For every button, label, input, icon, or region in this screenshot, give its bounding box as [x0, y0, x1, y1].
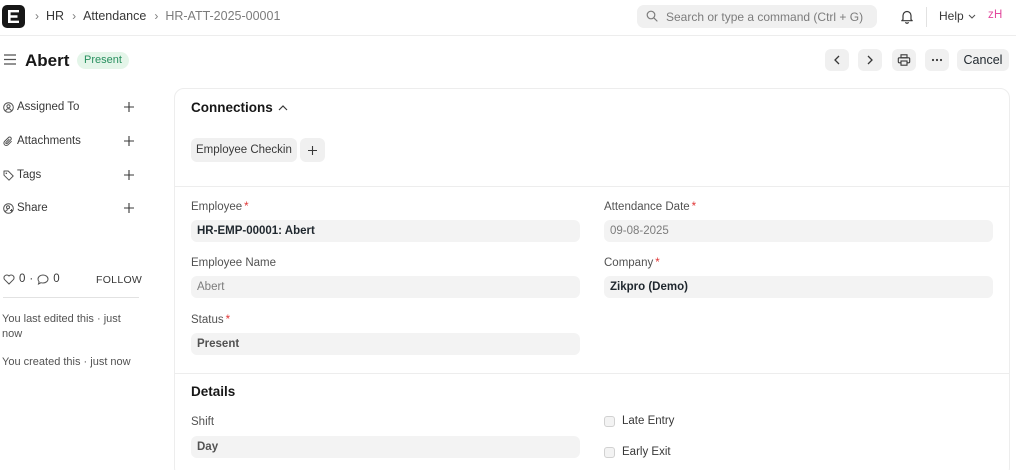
- plus-icon[interactable]: [123, 135, 135, 147]
- previous-doc-button[interactable]: [825, 49, 849, 71]
- add-connection-button[interactable]: [300, 138, 325, 162]
- company-field[interactable]: Zikpro (Demo): [604, 276, 993, 298]
- status-label-text: Status: [191, 314, 224, 326]
- comment-icon[interactable]: [37, 273, 49, 285]
- required-asterisk: *: [244, 201, 249, 213]
- attendance-date-field-label: Attendance Date *: [604, 201, 696, 213]
- employee-name-field-label: Employee Name: [191, 257, 277, 269]
- sidebar-item-assigned-to[interactable]: Assigned To: [3, 101, 135, 113]
- navbar-divider: [926, 7, 927, 27]
- help-label: Help: [939, 9, 964, 23]
- required-asterisk: *: [225, 314, 231, 326]
- printer-icon: [897, 54, 911, 66]
- activity-last-edited: You last edited this · just now: [2, 313, 121, 340]
- breadcrumb-attendance[interactable]: Attendance: [83, 9, 146, 23]
- chevron-right-icon: ›: [72, 9, 77, 23]
- follow-button[interactable]: FOLLOW: [96, 274, 142, 286]
- chevron-right-icon: [867, 55, 873, 65]
- chevron-up-icon[interactable]: [278, 105, 288, 111]
- more-actions-button[interactable]: [925, 49, 949, 71]
- plus-icon[interactable]: [123, 169, 135, 181]
- bell-icon[interactable]: [900, 9, 914, 24]
- share-user-icon: [3, 202, 17, 214]
- shift-field-label: Shift: [191, 416, 215, 428]
- likes-count: 0: [19, 273, 26, 285]
- required-asterisk: *: [655, 257, 660, 269]
- breadcrumb: › HR › Attendance › HR-ATT-2025-00001: [35, 9, 288, 23]
- top-navbar: › HR › Attendance › HR-ATT-2025-00001 Se…: [0, 0, 1016, 36]
- dot-separator: ·: [29, 273, 34, 285]
- early-exit-checkbox[interactable]: Early Exit: [604, 446, 671, 458]
- company-field-label: Company *: [604, 257, 660, 269]
- sidebar-divider: [3, 297, 139, 298]
- chevron-right-icon: ›: [35, 9, 39, 23]
- early-exit-label: Early Exit: [622, 446, 671, 458]
- page-title: Abert: [25, 51, 70, 70]
- sidebar-toggle-icon[interactable]: [4, 54, 16, 65]
- plus-icon: [308, 146, 317, 155]
- employee-name-field: Abert: [191, 276, 580, 298]
- sidebar-item-label: Share: [17, 202, 48, 214]
- breadcrumb-current-doc[interactable]: HR-ATT-2025-00001: [165, 9, 280, 23]
- comments-count: 0: [53, 273, 60, 285]
- activity-created: You created this · just now: [2, 356, 131, 368]
- employee-field-label: Employee *: [191, 201, 249, 213]
- breadcrumb-hr[interactable]: HR: [46, 9, 64, 23]
- chevron-right-icon: ›: [154, 9, 159, 23]
- details-section-title: Details: [191, 384, 236, 399]
- help-dropdown[interactable]: Help: [939, 9, 976, 23]
- ellipsis-icon: [931, 58, 943, 62]
- sidebar-item-label: Attachments: [17, 135, 81, 147]
- plus-icon[interactable]: [123, 101, 135, 113]
- search-placeholder: Search or type a command (Ctrl + G): [666, 10, 864, 24]
- social-stats: 0 · 0: [3, 273, 64, 285]
- user-assign-icon: [3, 101, 17, 113]
- status-badge: Present: [77, 52, 129, 69]
- search-icon: [646, 10, 658, 22]
- sidebar-item-label: Tags: [17, 169, 42, 181]
- heart-icon[interactable]: [3, 273, 15, 285]
- company-label-text: Company: [604, 257, 654, 269]
- status-select[interactable]: Present: [191, 333, 580, 355]
- section-divider: [175, 373, 1009, 374]
- sidebar-item-tags[interactable]: Tags: [3, 169, 135, 181]
- chevron-down-icon: [968, 14, 976, 19]
- checkbox-box[interactable]: [604, 415, 615, 427]
- plus-icon[interactable]: [123, 202, 135, 214]
- required-asterisk: *: [691, 201, 697, 213]
- employee-label-text: Employee: [191, 201, 243, 213]
- checkbox-box[interactable]: [604, 446, 615, 458]
- employee-field[interactable]: HR-EMP-00001: Abert: [191, 220, 580, 242]
- attendance-date-label-text: Attendance Date: [604, 201, 690, 213]
- late-entry-checkbox[interactable]: Late Entry: [604, 415, 674, 427]
- app-logo-icon[interactable]: [2, 5, 25, 28]
- section-divider: [175, 186, 1009, 187]
- sidebar-item-share[interactable]: Share: [3, 202, 135, 214]
- status-field-label: Status *: [191, 314, 230, 326]
- form-card: Connections Employee Checkin Employee * H…: [174, 88, 1010, 470]
- late-entry-label: Late Entry: [622, 415, 675, 427]
- sidebar-item-attachments[interactable]: Attachments: [3, 135, 135, 147]
- tag-icon: [3, 170, 17, 181]
- connection-employee-checkin[interactable]: Employee Checkin: [191, 138, 297, 162]
- chevron-left-icon: [834, 55, 840, 65]
- attendance-date-field[interactable]: 09-08-2025: [604, 220, 993, 242]
- avatar[interactable]: zH: [988, 9, 1003, 21]
- next-doc-button[interactable]: [858, 49, 882, 71]
- cancel-button[interactable]: Cancel: [957, 49, 1009, 71]
- paperclip-icon: [3, 136, 17, 147]
- shift-field[interactable]: Day: [191, 436, 580, 458]
- connections-section-title[interactable]: Connections: [191, 100, 273, 115]
- search-input[interactable]: Search or type a command (Ctrl + G): [637, 5, 877, 28]
- sidebar-item-label: Assigned To: [17, 101, 80, 113]
- print-button[interactable]: [892, 49, 916, 71]
